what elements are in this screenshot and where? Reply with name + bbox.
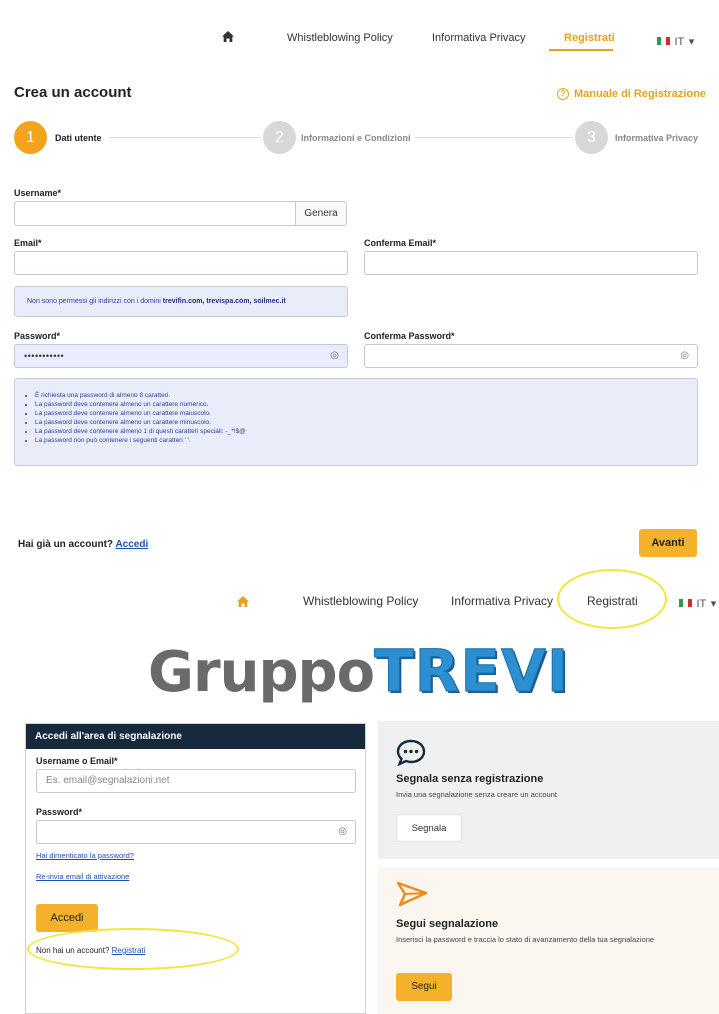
- login-password-input[interactable]: ◎: [36, 820, 356, 844]
- home-icon[interactable]: [237, 594, 249, 612]
- email-label: Email*: [14, 238, 42, 248]
- rule-item: La password deve contenere almeno un car…: [35, 409, 697, 418]
- highlight-ellipse: [27, 928, 239, 970]
- username-email-input[interactable]: Es. email@segnalazioni.net: [36, 769, 356, 793]
- report-panel-title: Segnala senza registrazione: [396, 773, 544, 785]
- step-3-label: Informativa Privacy: [615, 133, 699, 143]
- report-button[interactable]: Segnala: [396, 814, 462, 842]
- confirm-email-label: Conferma Email*: [364, 238, 437, 248]
- manual-link[interactable]: ? Manuale di Registrazione: [557, 88, 706, 100]
- nav-whistleblowing-policy[interactable]: Whistleblowing Policy: [303, 594, 418, 608]
- highlight-ellipse: [557, 569, 667, 629]
- eye-icon[interactable]: ◎: [680, 350, 689, 361]
- follow-panel-subtitle: Inserisci la password e traccia lo stato…: [396, 935, 655, 944]
- follow-panel-title: Segui segnalazione: [396, 918, 499, 930]
- login-link[interactable]: Accedi: [115, 539, 148, 550]
- language-selector[interactable]: IT ▾: [679, 594, 716, 612]
- send-arrow-icon: [396, 881, 428, 912]
- rule-item: La password deve contenere almeno un car…: [35, 418, 697, 427]
- nav-whistleblowing-policy[interactable]: Whistleblowing Policy: [287, 32, 393, 44]
- step-2-circle: 2: [263, 121, 296, 154]
- language-selector[interactable]: IT ▾: [657, 32, 694, 50]
- login-card-header: Accedi all'area di segnalazione: [26, 724, 365, 749]
- caret-down-icon: ▾: [688, 36, 695, 48]
- password-label: Password*: [14, 331, 61, 341]
- step-connector: [415, 137, 573, 138]
- username-label: Username*: [14, 188, 62, 198]
- login-password-label: Password*: [36, 807, 83, 817]
- step-1-label: Dati utente: [55, 133, 102, 143]
- nav-informativa-privacy[interactable]: Informativa Privacy: [451, 594, 553, 608]
- rule-item: La password deve contenere almeno 1 di q…: [35, 427, 697, 436]
- have-account-text: Hai già un account? Accedi: [18, 539, 149, 550]
- next-button[interactable]: Avanti: [639, 529, 697, 557]
- password-input[interactable]: ••••••••••• ◎: [14, 344, 348, 368]
- step-3-circle: 3: [575, 121, 608, 154]
- forgot-password-link[interactable]: Hai dimenticato la password?: [36, 851, 134, 860]
- nav-informativa-privacy[interactable]: Informativa Privacy: [432, 32, 526, 44]
- password-rules-box: È richiesta una password di almeno 8 car…: [14, 378, 698, 466]
- gruppo-trevi-logo: GruppoTREVI: [148, 637, 570, 706]
- eye-icon[interactable]: ◎: [330, 350, 339, 361]
- caret-down-icon: ▾: [710, 598, 717, 610]
- step-1-circle: 1: [14, 121, 47, 154]
- resend-activation-link[interactable]: Re-invia email di attivazione: [36, 872, 129, 881]
- page-title: Crea un account: [14, 84, 132, 101]
- username-email-label: Username o Email*: [36, 756, 118, 766]
- login-card: Accedi all'area di segnalazione: [25, 723, 366, 1014]
- chat-bubble-icon: [396, 738, 426, 771]
- step-connector: [109, 137, 261, 138]
- italy-flag-icon: [657, 36, 670, 45]
- rule-item: La password non può contenere i seguenti…: [35, 436, 697, 445]
- nav-active-underline: [549, 49, 613, 51]
- home-icon[interactable]: [222, 30, 234, 45]
- follow-button[interactable]: Segui: [396, 973, 452, 1001]
- step-2-label: Informazioni e Condizioni: [301, 133, 411, 143]
- confirm-password-input[interactable]: ◎: [364, 344, 698, 368]
- eye-icon[interactable]: ◎: [338, 826, 347, 837]
- rule-item: È richiesta una password di almeno 8 car…: [35, 391, 697, 400]
- domain-notice: Non sono permessi gli indirizzi con i do…: [14, 286, 348, 317]
- login-button[interactable]: Accedi: [36, 904, 98, 932]
- italy-flag-icon: [679, 598, 692, 607]
- confirm-email-input[interactable]: [364, 251, 698, 275]
- confirm-password-label: Conferma Password*: [364, 331, 455, 341]
- report-panel-subtitle: Invia una segnalazione senza creare un a…: [396, 790, 557, 799]
- generate-username-button[interactable]: Genera: [295, 201, 347, 226]
- username-input[interactable]: [14, 201, 296, 226]
- help-icon: ?: [557, 88, 569, 100]
- password-value: •••••••••••: [24, 351, 65, 361]
- email-input[interactable]: [14, 251, 348, 275]
- rule-item: La password deve contenere almeno un car…: [35, 400, 697, 409]
- nav-registrati[interactable]: Registrati: [564, 32, 615, 44]
